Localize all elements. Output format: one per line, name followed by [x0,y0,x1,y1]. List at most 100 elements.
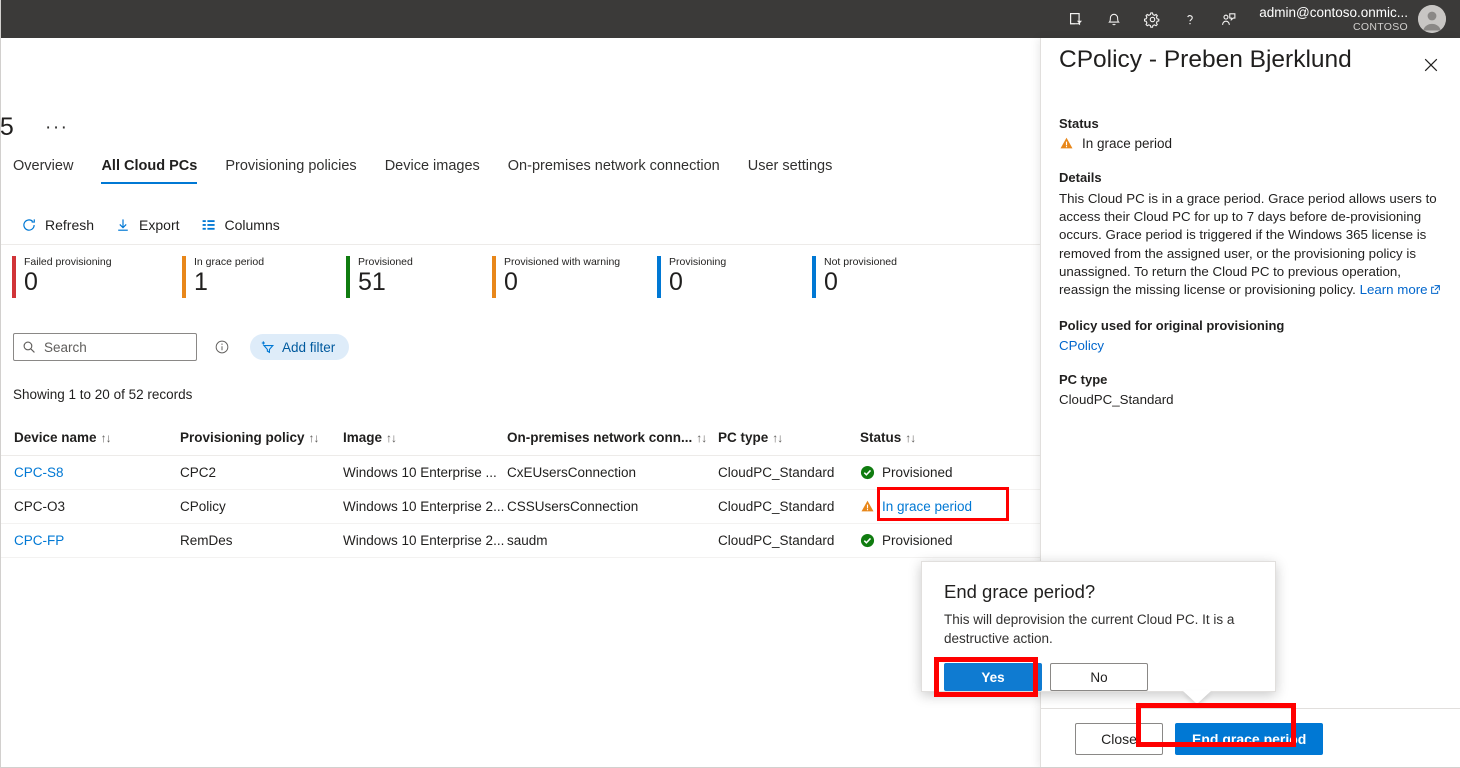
panel-status-label: Status [1059,116,1099,131]
panel-details-text: This Cloud PC is in a grace period. Grac… [1059,190,1447,299]
column-header-status[interactable]: Status ↑↓ [860,430,1030,445]
close-button[interactable]: Close [1075,722,1163,755]
close-icon[interactable] [1416,50,1446,80]
tile-failed-provisioning[interactable]: Failed provisioning 0 [12,256,112,298]
no-button[interactable]: No [1050,663,1148,691]
panel-footer: Close End grace period [1041,708,1460,768]
export-button[interactable]: Export [108,211,189,239]
tile-value: 0 [24,268,38,296]
tab-all-cloud-pcs[interactable]: All Cloud PCs [87,158,211,184]
tile-color-bar [12,256,16,298]
status-badge[interactable]: In grace period [882,499,972,514]
tab-provisioning-policies[interactable]: Provisioning policies [211,158,370,184]
panel-status-text: In grace period [1082,136,1173,151]
table-row[interactable]: CPC-S8 CPC2 Windows 10 Enterprise ... Cx… [0,456,1040,490]
cell-pc-type: CloudPC_Standard [718,465,835,480]
cell-pc-type: CloudPC_Standard [718,499,835,514]
add-filter-button[interactable]: Add filter [250,334,350,360]
status-summary-tiles: Failed provisioning 0 In grace period 1 … [12,256,1032,306]
dialog-callout-tail [1183,691,1211,704]
yes-button[interactable]: Yes [944,663,1042,691]
status-label: Provisioned [882,533,953,548]
panel-policy-link[interactable]: CPolicy [1059,338,1447,353]
sort-icon: ↑↓ [905,430,916,445]
export-icon [114,216,132,234]
info-icon[interactable] [214,339,230,355]
tile-color-bar [812,256,816,298]
cell-status: Provisioned [860,465,1030,480]
dialog-buttons: Yes No [944,663,1255,691]
search-input[interactable] [42,338,188,356]
command-bar-divider [0,244,1040,245]
cell-device-name[interactable]: CPC-O3 [14,499,180,514]
tile-color-bar [657,256,661,298]
tile-color-bar [346,256,350,298]
dialog-message: This will deprovision the current Cloud … [944,612,1235,646]
feedback-icon[interactable] [1209,0,1247,38]
column-label: PC type [718,430,769,445]
status-label: Provisioned [882,465,953,480]
learn-more-link[interactable]: Learn more [1360,282,1428,297]
sort-icon: ↑↓ [696,430,707,445]
tile-not-provisioned[interactable]: Not provisioned 0 [812,256,897,298]
cloud-pcs-table: Device name ↑↓ Provisioning policy ↑↓ Im… [0,420,1040,558]
success-check-icon [860,533,875,548]
columns-button[interactable]: Columns [194,211,290,239]
tile-in-grace-period[interactable]: In grace period 1 [182,256,264,298]
page-header: 65 ··· [0,38,1040,150]
settings-gear-icon[interactable] [1133,0,1171,38]
tile-value: 51 [358,268,386,296]
refresh-button[interactable]: Refresh [14,211,104,239]
columns-icon [200,216,218,234]
tab-on-premises-network-connection[interactable]: On-premises network connection [494,158,734,184]
column-header-image[interactable]: Image ↑↓ [343,430,507,445]
end-grace-period-button[interactable]: End grace period [1175,722,1324,755]
cell-device-name[interactable]: CPC-S8 [14,465,180,480]
command-bar: Refresh Export Columns [0,208,1040,242]
panel-status-value: In grace period [1059,136,1447,151]
columns-label: Columns [224,217,280,233]
column-header-provisioning-policy[interactable]: Provisioning policy ↑↓ [180,430,343,445]
tile-provisioning[interactable]: Provisioning 0 [657,256,726,298]
column-header-pc-type[interactable]: PC type ↑↓ [718,430,860,445]
table-row[interactable]: CPC-O3 CPolicy Windows 10 Enterprise 2..… [0,490,1040,524]
help-question-icon[interactable] [1171,0,1209,38]
panel-pctype-label: PC type [1059,372,1108,388]
refresh-icon [20,216,38,234]
search-box[interactable] [13,333,197,361]
column-label: Image [343,430,383,445]
tile-provisioned-with-warning[interactable]: Provisioned with warning 0 [492,256,620,298]
page-more-actions-icon[interactable]: ··· [45,117,68,139]
sort-icon: ↑↓ [100,430,112,445]
tile-provisioned[interactable]: Provisioned 51 [346,256,413,298]
cell-status: Provisioned [860,533,1030,548]
column-header-device-name[interactable]: Device name ↑↓ [14,430,180,445]
app-root: admin@contoso.onmic... CONTOSO 65 ··· Ov… [0,0,1460,768]
cell-pc-type: CloudPC_Standard [718,533,835,548]
notifications-bell-icon[interactable] [1095,0,1133,38]
pivot-tabs: Overview All Cloud PCs Provisioning poli… [0,158,1040,194]
tab-overview[interactable]: Overview [13,158,87,184]
table-row[interactable]: CPC-FP RemDes Windows 10 Enterprise 2...… [0,524,1040,558]
success-check-icon [860,465,875,480]
column-header-network-connection[interactable]: On-premises network conn... ↑↓ [507,430,718,445]
cell-device-name[interactable]: CPC-FP [14,533,180,548]
topbar-icon-group [1057,0,1247,38]
avatar[interactable] [1418,5,1446,33]
panel-details-label: Details [1059,170,1102,185]
column-label: Provisioning policy [180,430,305,445]
panel-title: CPolicy - Preben Bjerklund [1059,46,1352,73]
tile-color-bar [492,256,496,298]
directory-filter-icon[interactable] [1057,0,1095,38]
cell-image: Windows 10 Enterprise 2... [343,499,505,514]
account-email: admin@contoso.onmic... [1259,5,1408,21]
cell-network-connection: CSSUsersConnection [507,499,639,514]
account-menu[interactable]: admin@contoso.onmic... CONTOSO [1259,5,1450,33]
tab-user-settings[interactable]: User settings [734,158,847,184]
cell-provisioning-policy: RemDes [180,533,233,548]
tab-device-images[interactable]: Device images [371,158,494,184]
cell-network-connection: CxEUsersConnection [507,465,637,480]
tile-value: 0 [824,268,838,296]
account-text: admin@contoso.onmic... CONTOSO [1259,5,1408,33]
add-filter-icon [260,339,276,355]
